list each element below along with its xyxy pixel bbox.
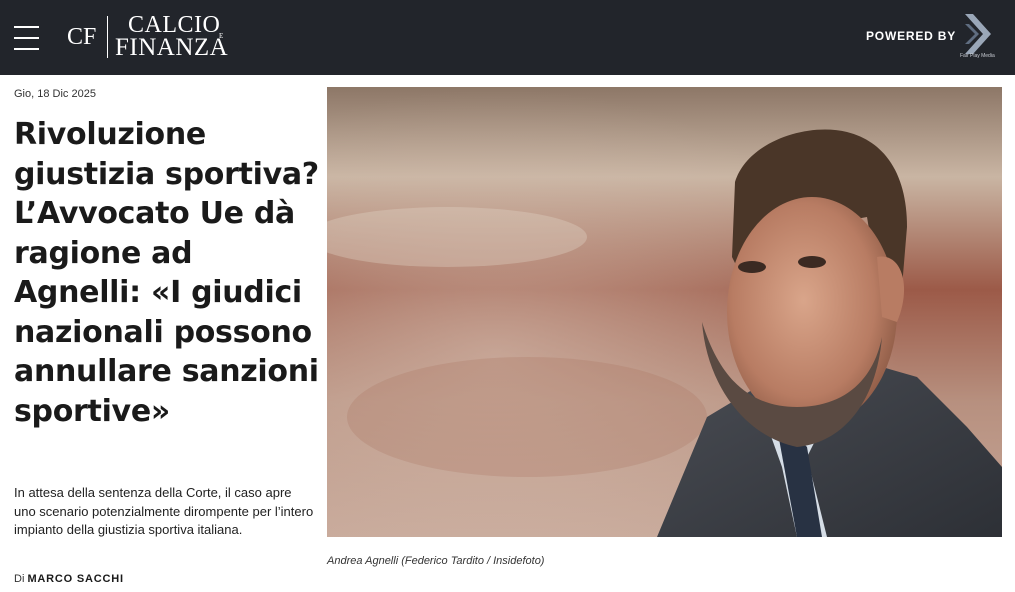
- partner-name: Fair Play Media: [960, 53, 995, 59]
- author-link[interactable]: MARCO SACCHI: [27, 573, 123, 585]
- article-date: Gio, 18 Dic 2025: [14, 88, 96, 100]
- article-hero-image[interactable]: [327, 87, 1002, 537]
- powered-by-label: POWERED BY: [866, 29, 957, 43]
- byline-prefix: Di: [14, 573, 28, 585]
- site-logo[interactable]: CF CALCIO E FINANZA: [67, 12, 232, 62]
- menu-line: [14, 26, 39, 28]
- top-navigation-bar: CF CALCIO E FINANZA POWERED BY Fair Play…: [0, 0, 1015, 75]
- article-byline: Di MARCO SACCHI: [14, 573, 124, 585]
- menu-line: [14, 48, 39, 50]
- hamburger-menu-icon[interactable]: [14, 26, 39, 50]
- menu-line: [14, 37, 39, 39]
- logo-cf-monogram: CF: [67, 24, 97, 50]
- hero-photo-illustration: [327, 87, 1002, 537]
- logo-divider: [107, 16, 108, 58]
- image-caption: Andrea Agnelli (Federico Tardito / Insid…: [327, 555, 545, 567]
- logo-word-finanza: FINANZA: [115, 34, 229, 61]
- article-summary: In attesa della sentenza della Corte, il…: [14, 485, 314, 537]
- article-headline[interactable]: Rivoluzione giustizia sportiva? L’Avvoca…: [14, 115, 319, 431]
